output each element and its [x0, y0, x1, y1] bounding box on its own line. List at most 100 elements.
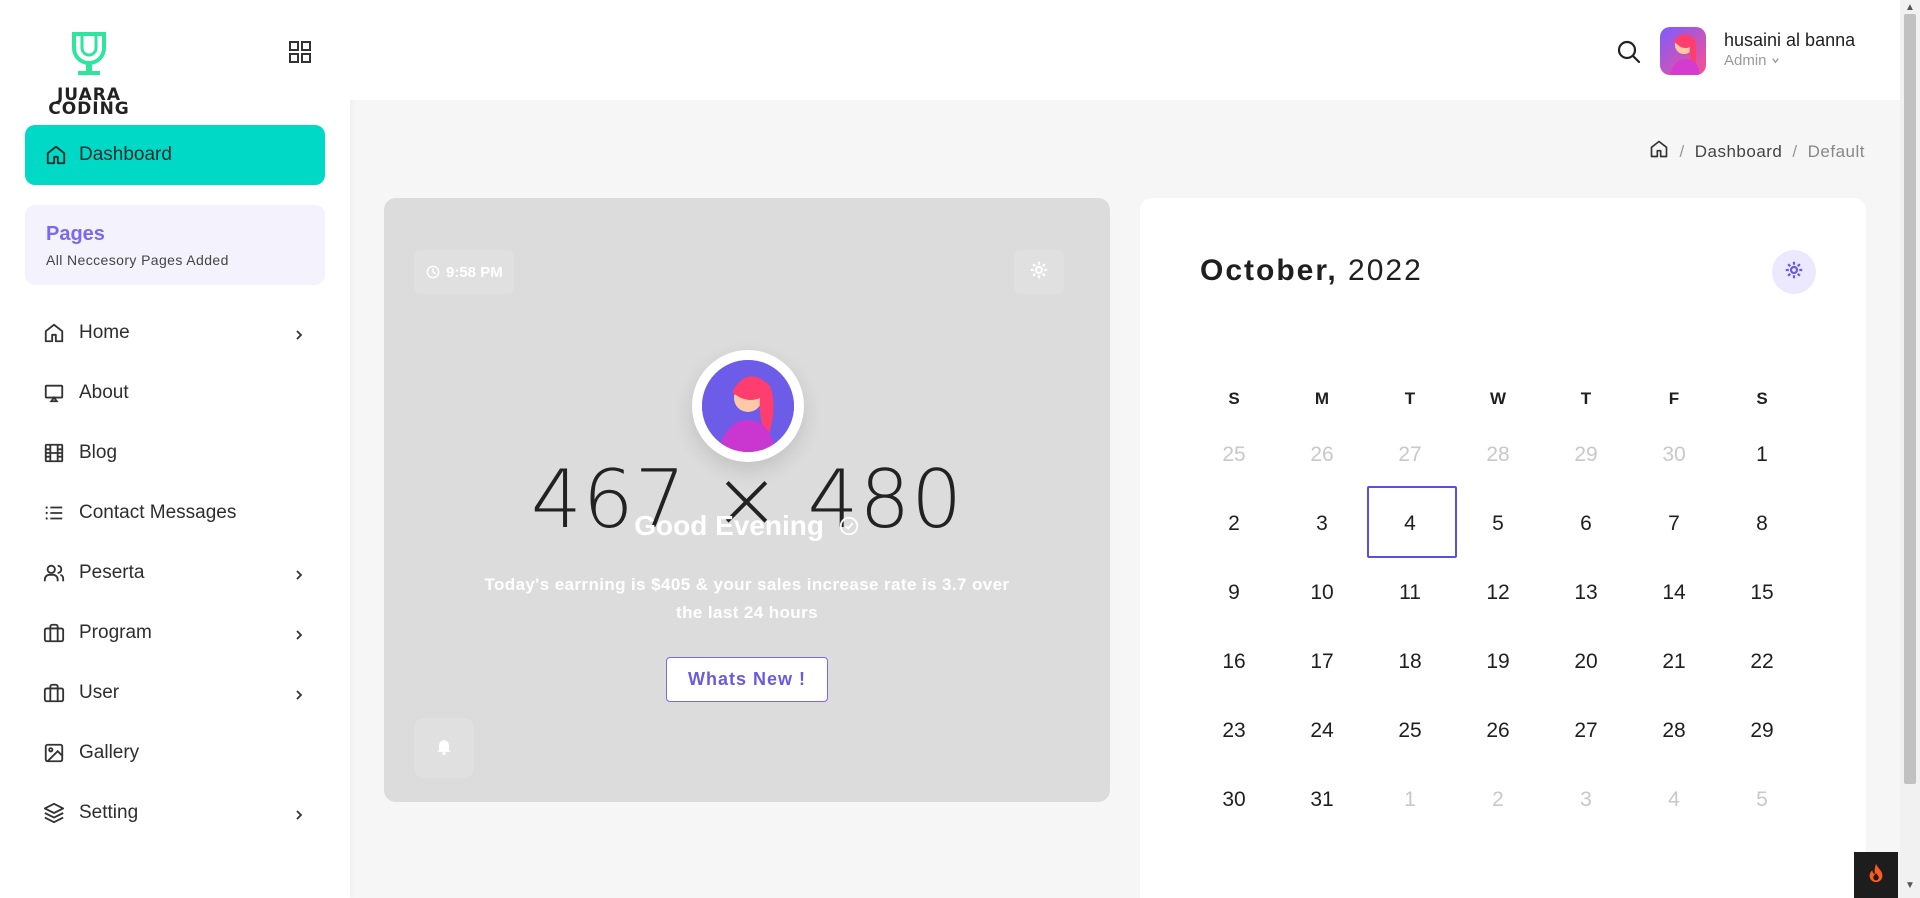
sidebar-item-contact-messages[interactable]: Contact Messages	[25, 483, 325, 543]
sidebar-nav: Home About Blog Contact Messages Peserta…	[25, 303, 325, 843]
pages-title: Pages	[46, 223, 105, 245]
sidebar-item-label: Blog	[79, 442, 118, 463]
weekday-label: S	[1756, 389, 1768, 408]
calendar-day[interactable]: 3	[1542, 765, 1630, 834]
calendar-day[interactable]: 28	[1454, 420, 1542, 489]
calendar-day[interactable]: 27	[1366, 420, 1454, 489]
sidebar-item-dashboard[interactable]: Dashboard	[25, 125, 325, 185]
calendar-day[interactable]: 7	[1630, 489, 1718, 558]
calendar-day[interactable]: 30	[1630, 420, 1718, 489]
calendar-day[interactable]: 28	[1630, 696, 1718, 765]
calendar-day[interactable]: 5	[1454, 489, 1542, 558]
sidebar-item-label: Setting	[79, 802, 139, 823]
scroll-up-arrow-icon[interactable]: ▲	[1905, 2, 1915, 13]
calendar-day[interactable]: 15	[1718, 558, 1806, 627]
chevron-right-icon	[293, 805, 305, 827]
calendar-title: October, 2022	[1200, 254, 1423, 288]
calendar-day[interactable]: 18	[1366, 627, 1454, 696]
whats-new-button[interactable]: Whats New !	[666, 657, 828, 702]
calendar-day[interactable]: 20	[1542, 627, 1630, 696]
calendar-day[interactable]: 26	[1278, 420, 1366, 489]
home-icon	[45, 144, 67, 166]
calendar-day[interactable]: 2	[1190, 489, 1278, 558]
brand-name: JUARA CODING	[43, 87, 135, 119]
calendar-day[interactable]: 5	[1718, 765, 1806, 834]
calendar-day[interactable]: 19	[1454, 627, 1542, 696]
sidebar-item-label: Dashboard	[79, 144, 172, 165]
calendar-day[interactable]: 1	[1366, 765, 1454, 834]
user-role-dropdown[interactable]: Admin	[1724, 52, 1780, 69]
users-icon	[43, 562, 65, 584]
calendar-day-selected[interactable]: 4	[1366, 486, 1457, 558]
avatar-illustration	[702, 360, 794, 452]
calendar-day[interactable]: 3	[1278, 489, 1366, 558]
scrollbar-thumb[interactable]	[1904, 14, 1916, 784]
breadcrumb-separator: /	[1679, 141, 1685, 161]
calendar-day[interactable]: 4	[1630, 765, 1718, 834]
calendar-day[interactable]: 2	[1454, 765, 1542, 834]
brand-logo[interactable]: JUARA CODING	[36, 30, 146, 120]
clock-icon	[426, 265, 440, 279]
calendar-day[interactable]: 6	[1542, 489, 1630, 558]
calendar-day[interactable]: 1	[1718, 420, 1806, 489]
weekday-label: W	[1489, 389, 1507, 408]
check-badge-icon	[838, 512, 860, 544]
calendar-day[interactable]: 30	[1190, 765, 1278, 834]
calendar-day[interactable]: 16	[1190, 627, 1278, 696]
chevron-right-icon	[293, 565, 305, 587]
calendar-day[interactable]: 29	[1718, 696, 1806, 765]
calendar-day[interactable]: 13	[1542, 558, 1630, 627]
calendar-day[interactable]: 9	[1190, 558, 1278, 627]
grid-menu-icon[interactable]	[287, 39, 313, 65]
monitor-icon	[43, 382, 65, 404]
calendar-day[interactable]: 10	[1278, 558, 1366, 627]
sidebar-item-label: User	[79, 682, 120, 703]
calendar-day[interactable]: 17	[1278, 627, 1366, 696]
time-badge: 9:58 PM	[414, 250, 514, 294]
user-role-label: Admin	[1724, 52, 1767, 69]
sidebar-item-setting[interactable]: Setting	[25, 783, 325, 843]
sidebar-item-home[interactable]: Home	[25, 303, 325, 363]
calendar-settings-button[interactable]	[1772, 250, 1816, 294]
page-scrollbar[interactable]: ▲ ▼	[1900, 0, 1920, 898]
sidebar-item-program[interactable]: Program	[25, 603, 325, 663]
calendar-day[interactable]: 25	[1190, 420, 1278, 489]
weekday-label: T	[1404, 389, 1416, 408]
calendar-day[interactable]: 29	[1542, 420, 1630, 489]
calendar-day[interactable]: 24	[1278, 696, 1366, 765]
user-name[interactable]: husaini al banna	[1724, 30, 1855, 51]
calendar-day[interactable]: 11	[1366, 558, 1454, 627]
brand-line2: CODING	[48, 99, 130, 119]
calendar-day[interactable]: 31	[1278, 765, 1366, 834]
calendar-day[interactable]: 21	[1630, 627, 1718, 696]
sidebar-item-label: Home	[79, 322, 130, 343]
sidebar-item-about[interactable]: About	[25, 363, 325, 423]
calendar-day[interactable]: 22	[1718, 627, 1806, 696]
calendar-day[interactable]: 26	[1454, 696, 1542, 765]
sidebar-item-label: Peserta	[79, 562, 145, 583]
pages-subtitle: All Neccesory Pages Added	[46, 252, 229, 268]
welcome-avatar	[692, 350, 804, 462]
search-icon[interactable]	[1615, 38, 1643, 66]
calendar-day[interactable]: 25	[1366, 696, 1454, 765]
calendar-day[interactable]: 12	[1454, 558, 1542, 627]
home-icon[interactable]	[1649, 139, 1669, 164]
calendar-day[interactable]: 27	[1542, 696, 1630, 765]
sidebar-item-label: Contact Messages	[79, 502, 237, 523]
calendar-day[interactable]: 23	[1190, 696, 1278, 765]
avatar[interactable]	[1660, 27, 1706, 75]
greeting-text: Good Evening	[634, 510, 824, 541]
fire-button[interactable]	[1854, 852, 1898, 898]
sidebar-item-gallery[interactable]: Gallery	[25, 723, 325, 783]
calendar-week-row: 25 26 27 28 29 30 1	[1190, 420, 1806, 489]
sidebar-item-user[interactable]: User	[25, 663, 325, 723]
calendar-day[interactable]: 8	[1718, 489, 1806, 558]
scroll-down-arrow-icon[interactable]: ▼	[1905, 880, 1915, 891]
calendar-day[interactable]: 14	[1630, 558, 1718, 627]
settings-gear-button[interactable]	[1014, 250, 1064, 294]
sidebar-item-peserta[interactable]: Peserta	[25, 543, 325, 603]
breadcrumb-current: Default	[1807, 141, 1865, 161]
sidebar-item-blog[interactable]: Blog	[25, 423, 325, 483]
breadcrumb-dashboard[interactable]: Dashboard	[1695, 142, 1783, 162]
notification-button[interactable]	[414, 718, 474, 778]
